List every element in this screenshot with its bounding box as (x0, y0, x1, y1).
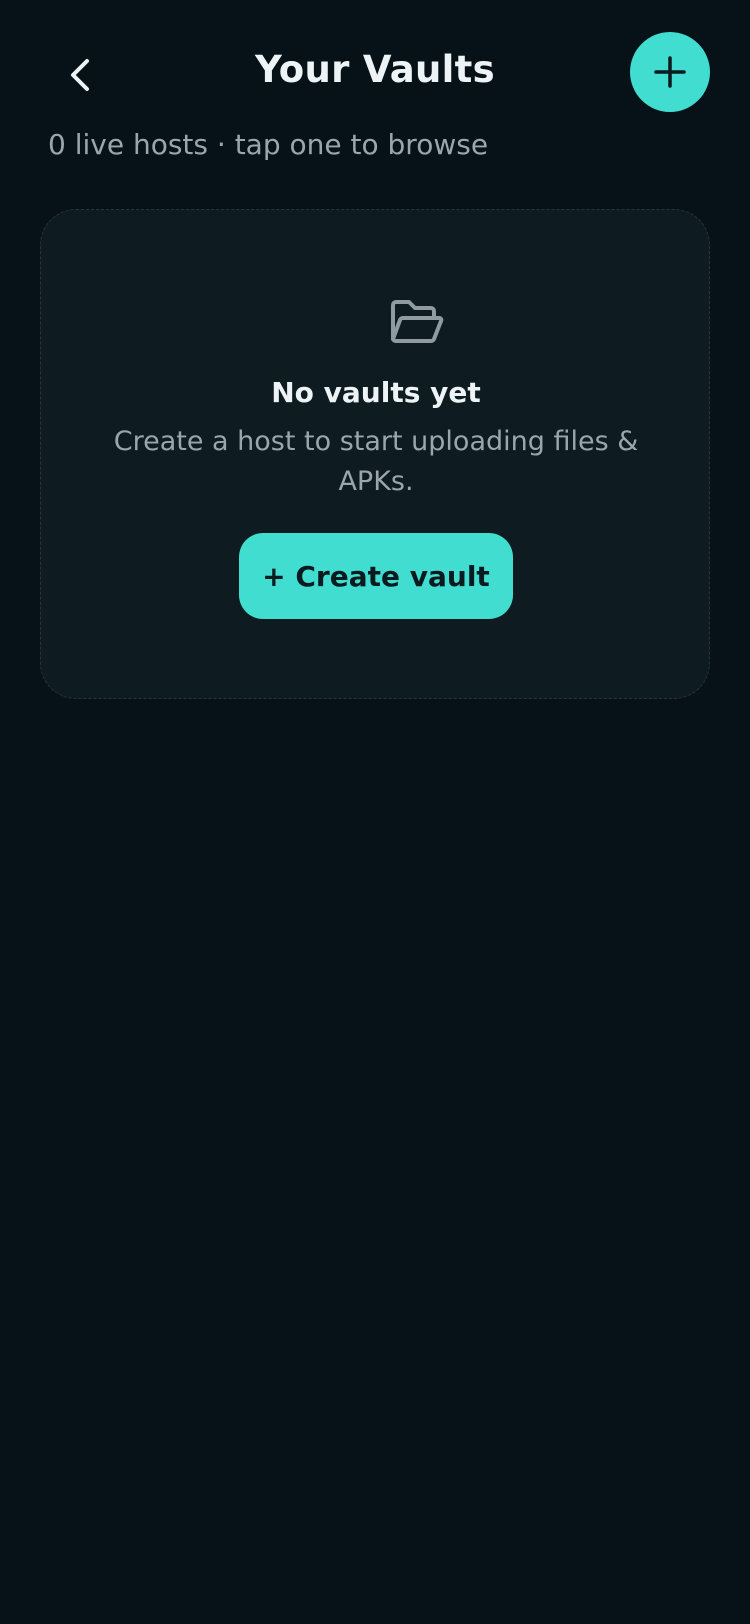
add-vault-button[interactable] (630, 32, 710, 112)
plus-icon (654, 56, 686, 88)
empty-state-card: No vaults yet Create a host to start upl… (40, 209, 710, 699)
hosts-count-subtitle: 0 live hosts · tap one to browse (48, 128, 489, 161)
empty-state-description: Create a host to start uploading files &… (113, 426, 639, 497)
vaults-screen: Your Vaults 0 live hosts · tap one to br… (0, 0, 750, 1624)
folder-open-icon (391, 300, 444, 343)
empty-state-title: No vaults yet (271, 376, 481, 409)
create-vault-button[interactable]: + Create vault (239, 533, 513, 619)
